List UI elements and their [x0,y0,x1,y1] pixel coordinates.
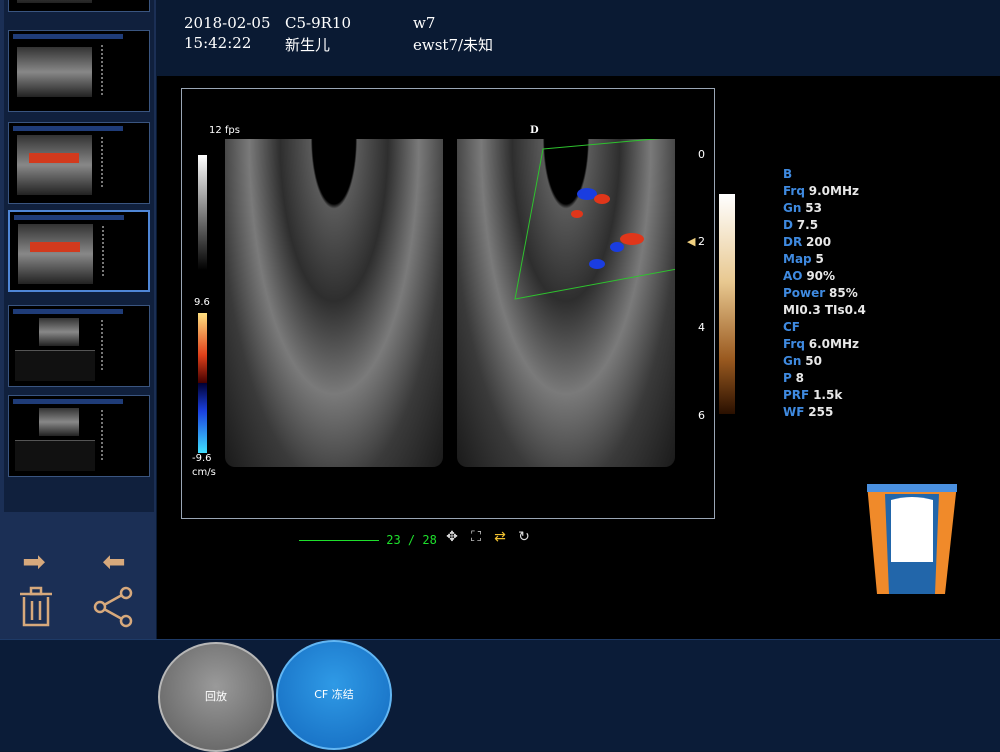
probe-orientation-icon [867,484,957,594]
patient-header: 2018-02-05 C5-9R10 w7 15:42:22 新生儿 ewst7… [157,0,1000,76]
pan-icon[interactable]: ✥ [443,528,461,546]
probe-name: C5-9R10 [285,14,352,32]
param-value: 1.5k [813,388,843,402]
b-mode-title: B [783,167,793,181]
param-key: Frq [783,184,805,198]
thumbnail-4[interactable] [8,305,150,387]
cf-mode-title: CF [783,320,801,334]
color-flow-spots [571,188,644,269]
preset-name: w7 [413,14,436,32]
depth-mark-0: 0 [698,148,705,161]
ultrasound-frame[interactable]: 12 fps D 9.6 -9.6 cm/s 0 ◀ 2 4 6 [181,88,715,519]
param-value: 90% [806,269,836,283]
param-value: 53 [805,201,822,215]
param-key: Power [783,286,826,300]
grayscale-bar [198,155,207,270]
exam-time: 15:42:22 [184,34,252,52]
param-key: PRF [783,388,810,402]
param-value: 8 [795,371,804,385]
param-value: 6.0MHz [808,337,859,351]
mi-ti-readout: MI0.3 TIs0.4 [783,303,866,317]
color-scale-max: 9.6 [194,297,210,308]
frame-rate: 12 fps [209,125,240,136]
param-key: Gn [783,201,802,215]
thumbnail-0[interactable] [8,0,150,12]
param-key: DR [783,235,803,249]
thumbnail-sidebar: ➡ ⬅ [0,0,156,640]
rotate-icon[interactable]: ↻ [515,528,533,546]
share-icon[interactable] [92,585,136,629]
param-key: AO [783,269,803,283]
footer-bar [0,639,1000,751]
color-flow-image [457,139,675,467]
cf-freeze-button[interactable]: CF 冻结 [276,640,392,750]
bmode-image [225,139,443,467]
param-value: 200 [806,235,832,249]
trash-icon[interactable] [14,585,58,629]
swap-icon[interactable]: ⇄ [491,528,509,546]
depth-mark-4: 4 [698,321,705,334]
patient-type: 新生儿 [285,36,331,54]
cine-slider[interactable] [299,540,379,541]
thumbnail-5[interactable] [8,395,150,477]
param-key: P [783,371,792,385]
focus-marker-icon[interactable]: ◀ [687,235,695,248]
param-key: Map [783,252,812,266]
param-value: 85% [829,286,858,300]
cine-current-frame: 23 [386,533,401,547]
parameter-panel: B Frq 9.0MHz Gn 53 D 7.5 DR 200 Map 5 AO… [783,166,933,421]
param-key: Gn [783,354,802,368]
color-velocity-scale [198,313,207,453]
param-value: 7.5 [796,218,819,232]
thumbnail-list[interactable] [4,0,154,512]
param-value: 5 [815,252,824,266]
depth-mark-2: 2 [698,235,705,248]
image-area: 12 fps D 9.6 -9.6 cm/s 0 ◀ 2 4 6 B Frq 9… [157,76,1000,639]
param-key: WF [783,405,805,419]
param-value: 9.0MHz [808,184,859,198]
exam-date: 2018-02-05 [184,14,271,32]
color-map-bar [719,194,735,414]
cine-loop-bar[interactable]: 23 / 28 [299,533,437,547]
playback-button[interactable]: 回放 [158,642,274,752]
param-value: 50 [805,354,822,368]
cine-total-frames: 28 [422,533,437,547]
color-scale-unit: cm/s [192,467,216,478]
depth-mark-6: 6 [698,409,705,422]
thumbnail-3-selected[interactable] [8,210,150,292]
color-scale-min: -9.6 [192,453,212,464]
param-key: Frq [783,337,805,351]
zoom-box-icon[interactable]: ⛶ [467,528,485,546]
dual-mode-label: D [530,125,539,136]
thumbnail-1[interactable] [8,30,150,112]
thumbnail-2[interactable] [8,122,150,204]
next-arrow-icon[interactable]: ➡ [16,544,52,580]
operator: ewst7/未知 [413,36,494,54]
param-value: 255 [808,405,834,419]
param-key: D [783,218,793,232]
previous-arrow-icon[interactable]: ⬅ [96,544,132,580]
cine-separator: / [407,533,416,547]
